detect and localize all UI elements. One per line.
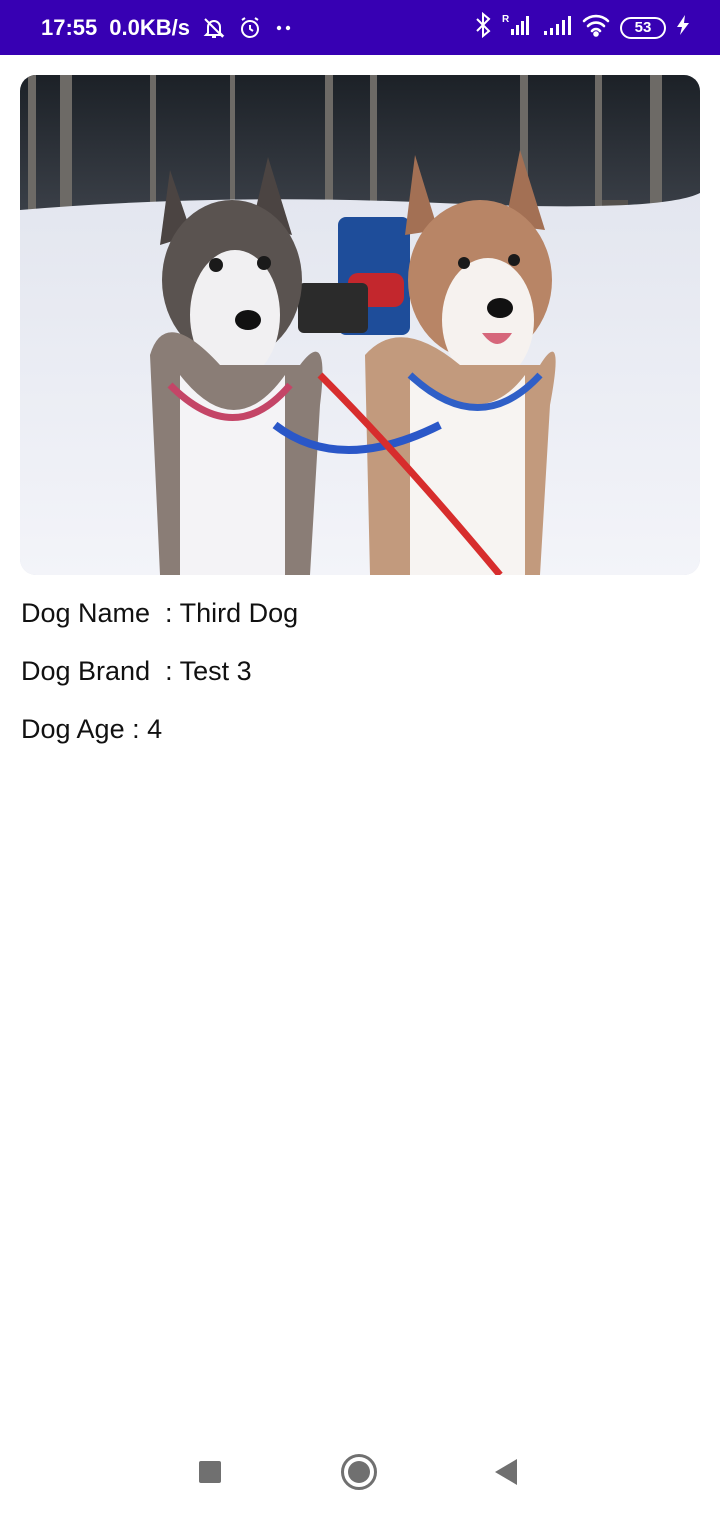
alarm-icon xyxy=(238,16,262,40)
status-time: 17:55 xyxy=(41,14,98,40)
network-speed: 0.0KB/s xyxy=(109,14,190,40)
bluetooth-icon xyxy=(474,11,492,43)
battery-icon: 53 xyxy=(620,16,666,39)
dog-name-text: Dog Name : Third Dog xyxy=(21,598,299,628)
more-dots-icon xyxy=(274,23,294,33)
dog-photo xyxy=(20,75,700,575)
dog-age-text: Dog Age : 4 xyxy=(21,714,163,744)
status-right: R 53 xyxy=(474,0,690,55)
dog-brand-text: Dog Brand : Test 3 xyxy=(21,656,252,686)
recents-square-icon[interactable] xyxy=(186,1448,234,1496)
svg-text:R: R xyxy=(502,14,510,25)
home-circle-icon[interactable] xyxy=(333,1446,385,1498)
signal-roaming-icon: R xyxy=(502,13,532,42)
bell-muted-icon xyxy=(202,16,226,40)
charging-icon xyxy=(676,14,690,41)
wifi-icon xyxy=(582,13,610,42)
husky-photo xyxy=(20,75,700,575)
back-triangle-icon[interactable] xyxy=(482,1448,530,1496)
navigation-bar xyxy=(0,1420,720,1520)
signal-icon xyxy=(542,13,572,42)
battery-level: 53 xyxy=(634,19,652,36)
status-left: 17:55 0.0KB/s xyxy=(41,0,294,55)
status-bar: 17:55 0.0KB/s R 53 xyxy=(0,0,720,55)
